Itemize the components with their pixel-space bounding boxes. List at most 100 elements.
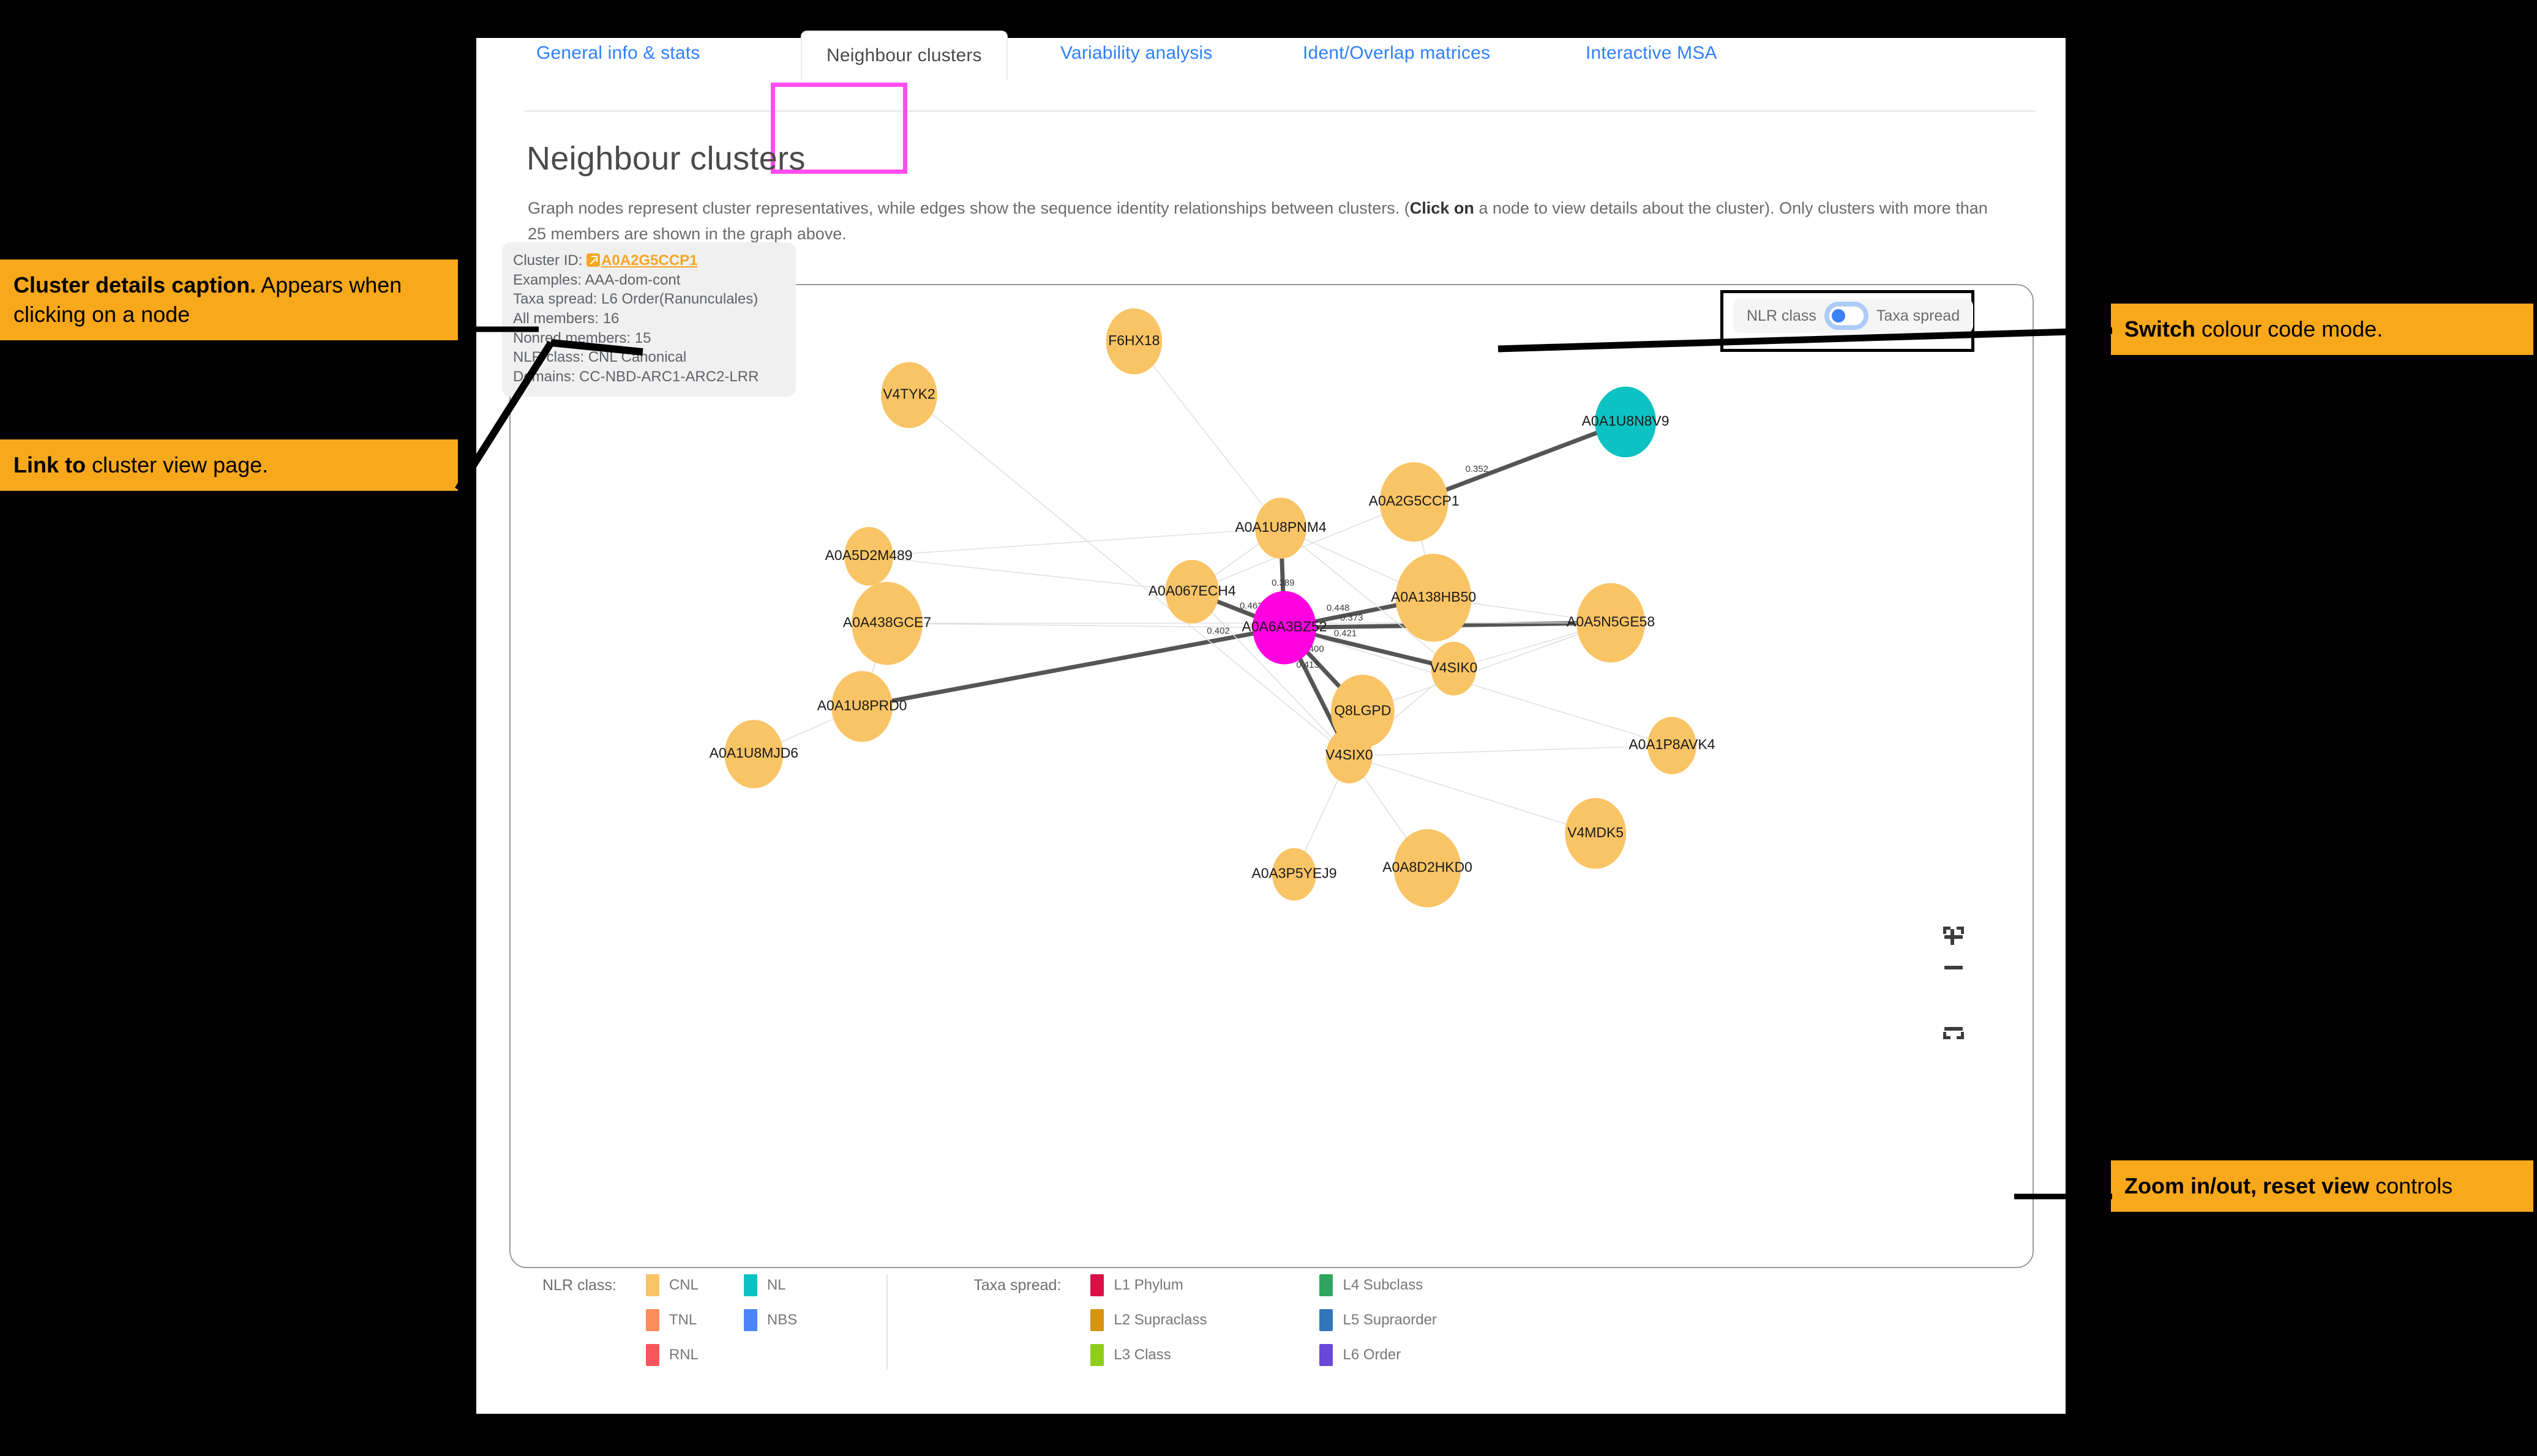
legend-label-l5-supraorder: L5 Supraorder	[1343, 1312, 1437, 1328]
graph-nodes-layer[interactable]	[724, 308, 1696, 908]
tooltip-domains-label: Domains:	[513, 368, 575, 386]
tooltip-examples-value: AAA-dom-cont	[585, 271, 681, 288]
tab-neighbour-clusters[interactable]: Neighbour clusters	[801, 31, 1008, 81]
cluster-graph-canvas[interactable]: 0.389 0.462 0.448 0.373 0.421 0.400 0.413 0.402…	[509, 284, 2034, 1268]
legend-item-l3-class: L3 Class	[1090, 1344, 1207, 1366]
tab-interactive-msa[interactable]: Interactive MSA	[1586, 43, 1717, 64]
external-link-icon[interactable]	[586, 253, 601, 267]
page-description: Graph nodes represent cluster representa…	[528, 196, 2009, 247]
graph-edge-weight-label: 0.413	[1296, 660, 1319, 670]
graph-edge	[861, 625, 1285, 709]
graph-node-label: A0A1U8PNM4	[1235, 519, 1326, 535]
graph-node-label: F6HX18	[1108, 332, 1160, 348]
graph-node-label: A0A1U8MJD6	[710, 745, 798, 761]
legend-swatch-l4-subclass	[1319, 1274, 1333, 1296]
legend-label-l4-subclass: L4 Subclass	[1343, 1277, 1423, 1293]
tooltip-nonred-members-value: 15	[634, 329, 651, 346]
tooltip-row-cluster-id: Cluster ID: A0A2G5CCP1	[513, 251, 785, 271]
tab-variability-analysis[interactable]: Variability analysis	[1060, 43, 1213, 64]
colour-mode-label-nlr-class: NLR class	[1747, 307, 1816, 324]
graph-legend: NLR class: CNL TNL RNL NL NBS Taxa sprea…	[476, 1274, 2066, 1403]
legend-item-nbs: NBS	[743, 1309, 798, 1331]
legend-divider	[886, 1274, 888, 1370]
annotation-switch-colour-mode: Switch colour code mode.	[2111, 304, 2533, 356]
description-text-start: Graph nodes represent cluster representa…	[528, 199, 1410, 217]
collapse-controls-icon[interactable]	[1943, 1018, 1964, 1039]
graph-edge-weight-label: 0.421	[1334, 629, 1357, 639]
legend-swatch-tnl	[645, 1309, 659, 1331]
network-graph-svg[interactable]: 0.3890.462 0.4480.3730.4210.4000.4130.402…	[511, 285, 2033, 1267]
graph-edge	[1362, 622, 1611, 712]
tooltip-nonred-members-label: Nonred members:	[513, 329, 631, 346]
annotation-switch-bold: Switch	[2124, 316, 2196, 342]
legend-taxa-spread-group: Taxa spread: L1 Phylum L2 Supraclass L3 …	[973, 1274, 1437, 1366]
annotation-cluster-details-bold: Cluster details caption.	[13, 272, 257, 297]
graph-node-label: A0A2G5CCP1	[1369, 493, 1460, 509]
legend-label-l3-class: L3 Class	[1114, 1346, 1171, 1363]
legend-swatch-l1-phylum	[1090, 1274, 1104, 1296]
graph-edge-weight-label: 0.389	[1272, 578, 1294, 588]
legend-nlr-class-col-1: CNL TNL RNL	[645, 1274, 699, 1366]
legend-swatch-rnl	[645, 1344, 659, 1366]
legend-item-rnl: RNL	[645, 1344, 699, 1366]
annotation-zoom-rest: controls	[2369, 1173, 2453, 1198]
legend-label-nl: NL	[766, 1277, 786, 1293]
colour-mode-toggle-group[interactable]: NLR class Taxa spread	[1733, 299, 1974, 333]
legend-item-l2-supraclass: L2 Supraclass	[1090, 1309, 1207, 1331]
legend-item-l4-subclass: L4 Subclass	[1319, 1274, 1436, 1296]
legend-taxa-spread-col-1: L1 Phylum L2 Supraclass L3 Class	[1090, 1274, 1207, 1366]
legend-swatch-nbs	[743, 1309, 757, 1331]
reset-view-icon[interactable]	[1943, 927, 1964, 1039]
annotation-switch-rest: colour code mode.	[2195, 316, 2383, 342]
zoom-out-icon[interactable]	[1943, 957, 1964, 978]
tooltip-taxa-spread-value: L6 Order(Ranunculales)	[601, 291, 759, 308]
legend-nlr-class-col-2: NL NBS	[743, 1274, 798, 1366]
legend-swatch-cnl	[645, 1274, 659, 1296]
annotation-zoom-controls: Zoom in/out, reset view controls	[2111, 1160, 2533, 1212]
legend-label-tnl: TNL	[669, 1312, 697, 1328]
annotation-zoom-bold: Zoom in/out, reset view	[2124, 1173, 2370, 1198]
annotation-cluster-details: Cluster details caption. Appears when cl…	[0, 259, 458, 341]
graph-node-label: V4SIX0	[1325, 747, 1373, 763]
graph-node-label: A0A138HB50	[1391, 589, 1476, 605]
tab-strip-underline	[524, 110, 2036, 112]
legend-item-l6-order: L6 Order	[1319, 1344, 1436, 1366]
tooltip-cluster-id-label: Cluster ID:	[513, 252, 583, 269]
legend-swatch-l5-supraorder	[1319, 1309, 1333, 1331]
legend-item-l1-phylum: L1 Phylum	[1090, 1274, 1207, 1296]
colour-mode-switch[interactable]	[1828, 306, 1864, 326]
annotation-link-rest: cluster view page.	[85, 452, 269, 477]
graph-node-label: A0A3P5YEJ9	[1251, 865, 1336, 881]
legend-label-nbs: NBS	[766, 1312, 798, 1328]
legend-label-l1-phylum: L1 Phylum	[1114, 1277, 1183, 1293]
legend-swatch-l3-class	[1090, 1344, 1104, 1366]
annotation-link-bold: Link to	[13, 452, 86, 477]
tab-general-info[interactable]: General info & stats	[536, 43, 700, 64]
graph-node-label: Q8LGPD	[1334, 702, 1391, 718]
description-bold: Click on	[1409, 199, 1474, 217]
graph-edge	[1133, 341, 1281, 529]
graph-node-label: A0A6A3BZ52	[1242, 619, 1327, 635]
graph-node-label: V4MDK5	[1567, 824, 1624, 840]
colour-mode-label-taxa-spread: Taxa spread	[1876, 307, 1960, 324]
tooltip-row-taxa-spread: Taxa spread: L6 Order(Ranunculales)	[513, 289, 785, 309]
graph-edge-weight-label: 0.402	[1207, 626, 1229, 637]
legend-item-nl: NL	[743, 1274, 797, 1296]
cluster-id-link[interactable]: A0A2G5CCP1	[601, 252, 697, 269]
graph-zoom-controls[interactable]	[1943, 927, 1964, 1039]
tooltip-row-all-members: All members: 16	[513, 309, 785, 329]
graph-edge	[868, 556, 1193, 592]
legend-item-tnl: TNL	[645, 1309, 699, 1331]
graph-node-label: A0A5N5GE58	[1567, 614, 1655, 630]
graph-node-label: A0A438GCE7	[843, 614, 931, 630]
tooltip-row-nlr-class: NLR class: CNL Canonical	[513, 348, 785, 367]
graph-edge-weight-label: 0.373	[1340, 613, 1363, 623]
tooltip-all-members-label: All members:	[513, 310, 599, 327]
legend-label-cnl: CNL	[669, 1277, 699, 1293]
tooltip-all-members-value: 16	[602, 310, 620, 327]
legend-swatch-l6-order	[1319, 1344, 1333, 1366]
legend-taxa-spread-col-2: L4 Subclass L5 Supraorder L6 Order	[1319, 1274, 1437, 1366]
tab-ident-overlap-matrices[interactable]: Ident/Overlap matrices	[1303, 43, 1490, 64]
graph-node-label: A0A8D2HKD0	[1382, 859, 1472, 875]
graph-edge-weight-label: 0.448	[1327, 603, 1349, 613]
